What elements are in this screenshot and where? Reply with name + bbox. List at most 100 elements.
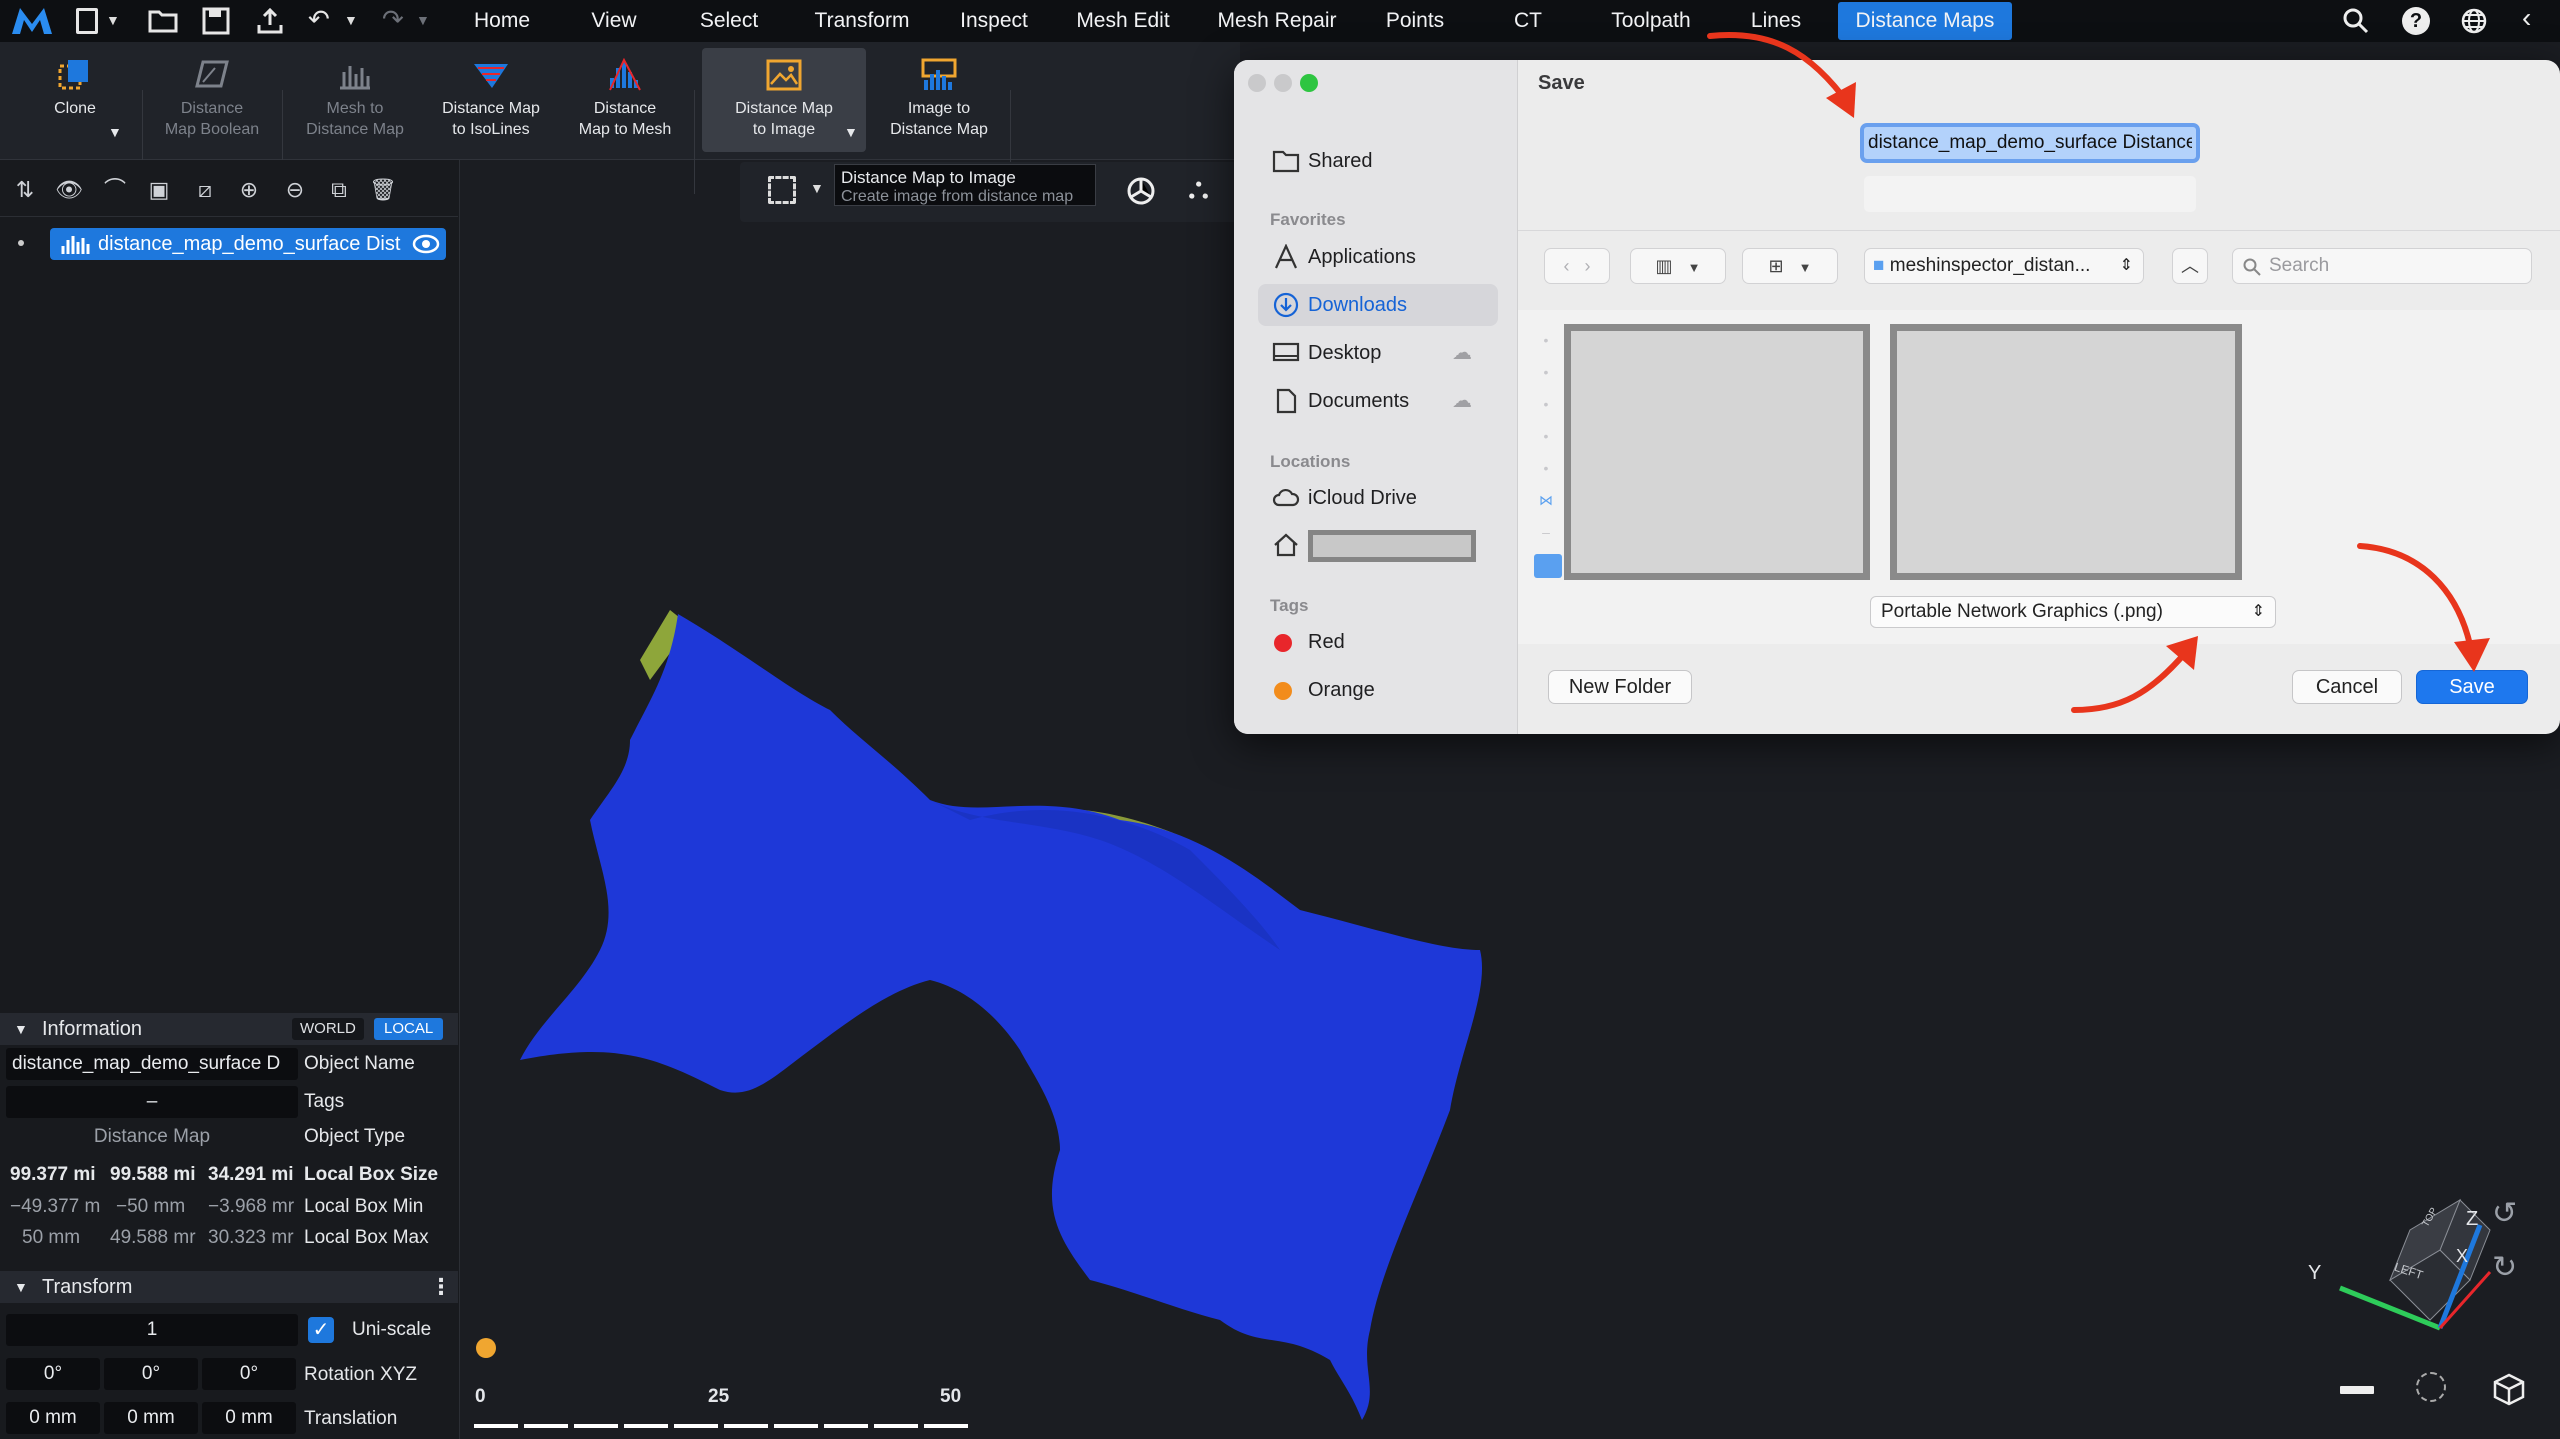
file-thumbnail-redacted[interactable] <box>1564 324 1870 580</box>
search-icon[interactable] <box>2342 7 2370 35</box>
tags-field[interactable]: – <box>6 1086 298 1118</box>
translation-z-field[interactable]: 0 mm <box>202 1402 296 1434</box>
rotate-ccw-icon[interactable]: ↺ <box>2492 1196 2517 1231</box>
rotation-x-field[interactable]: 0° <box>6 1358 100 1390</box>
save-as-input[interactable] <box>1860 123 2200 163</box>
forward-icon[interactable]: › <box>1585 256 1591 276</box>
undo-dropdown-icon[interactable]: ▼ <box>344 12 358 28</box>
sort-icon[interactable]: ⇅ <box>10 176 40 204</box>
ruler-icon[interactable] <box>2340 1386 2374 1394</box>
export-icon[interactable] <box>256 7 284 35</box>
distance-map-boolean-button[interactable]: Distance Map Boolean <box>150 48 274 152</box>
uniscale-checkbox[interactable]: ✓ <box>308 1317 334 1343</box>
rotate-cw-icon[interactable]: ↻ <box>2492 1250 2517 1285</box>
timer-icon[interactable] <box>476 1338 496 1358</box>
translation-x-field[interactable]: 0 mm <box>6 1402 100 1434</box>
help-icon[interactable]: ? <box>2402 7 2430 35</box>
clone-button[interactable]: Clone ▼ <box>20 48 130 152</box>
information-header[interactable]: ▼ Information WORLD LOCAL <box>0 1013 458 1045</box>
new-file-icon[interactable] <box>76 8 98 34</box>
dropdown-icon[interactable]: ▼ <box>106 12 120 28</box>
cancel-button[interactable]: Cancel <box>2292 670 2402 704</box>
distance-map-to-mesh-button[interactable]: Distance Map to Mesh <box>566 48 684 152</box>
selected-column-folder-icon[interactable] <box>1534 554 1562 578</box>
scene-item-distance-map[interactable]: distance_map_demo_surface Dist <box>50 228 446 260</box>
sidebar-item-icloud-drive[interactable]: iCloud Drive <box>1258 477 1498 519</box>
menu-transform[interactable]: Transform <box>800 0 924 42</box>
collapse-browser-button[interactable]: ︿ <box>2172 248 2208 284</box>
image-to-distance-map-button[interactable]: Image to Distance Map <box>872 48 1006 152</box>
minimize-window-button[interactable] <box>1274 74 1292 92</box>
pivot-icon[interactable] <box>2416 1372 2446 1402</box>
file-thumbnail-redacted[interactable] <box>1890 324 2242 580</box>
sidebar-tag-red[interactable]: Red <box>1258 621 1498 663</box>
search-field[interactable]: Search <box>2232 248 2532 284</box>
menu-view[interactable]: View <box>574 0 654 42</box>
tags-input[interactable] <box>1864 176 2196 212</box>
location-popup[interactable]: ■ meshinspector_distan... ⇕ <box>1864 248 2144 284</box>
icon-view-button[interactable]: ⊞ ▼ <box>1742 248 1838 284</box>
distance-map-to-image-button[interactable]: Distance Map to Image ▼ <box>702 48 866 152</box>
visibility-eye-icon[interactable] <box>412 234 440 254</box>
clone-dropdown-icon[interactable]: ▼ <box>108 122 122 143</box>
menu-inspect[interactable]: Inspect <box>950 0 1038 42</box>
menu-points[interactable]: Points <box>1374 0 1456 42</box>
sidebar-item-shared[interactable]: Shared <box>1258 140 1498 182</box>
camera-orbit-icon[interactable] <box>1126 176 1156 206</box>
delete-icon[interactable]: 🗑 <box>368 176 398 204</box>
close-window-button[interactable] <box>1248 74 1266 92</box>
duplicate-icon[interactable]: ⧉ <box>324 176 354 204</box>
mesh-to-distance-map-button[interactable]: Mesh to Distance Map <box>290 48 420 152</box>
redo-icon[interactable]: ↷ <box>382 4 404 35</box>
move-up-icon[interactable]: ⊕ <box>234 176 264 204</box>
menu-mesh-repair[interactable]: Mesh Repair <box>1208 0 1346 42</box>
select-all-icon[interactable]: ▣ <box>144 176 174 204</box>
more-options-icon[interactable]: ⋮ <box>430 1271 452 1303</box>
rotation-y-field[interactable]: 0° <box>104 1358 198 1390</box>
menu-select[interactable]: Select <box>686 0 772 42</box>
open-folder-icon[interactable] <box>148 8 178 34</box>
sidebar-item-documents[interactable]: Documents ☁ <box>1258 380 1498 422</box>
eye-closed-icon[interactable]: ⌒ <box>100 176 130 204</box>
menu-ct[interactable]: CT <box>1500 0 1556 42</box>
sidebar-item-applications[interactable]: Applications <box>1258 236 1498 278</box>
format-popup[interactable]: Portable Network Graphics (.png) ⇕ <box>1870 596 2276 628</box>
object-name-field[interactable]: distance_map_demo_surface D <box>6 1048 298 1080</box>
menu-distance-maps[interactable]: Distance Maps <box>1838 2 2012 40</box>
menu-lines[interactable]: Lines <box>1738 0 1814 42</box>
menu-mesh-edit[interactable]: Mesh Edit <box>1068 0 1178 42</box>
new-folder-button[interactable]: New Folder <box>1548 670 1692 704</box>
app-logo-icon[interactable] <box>10 6 54 36</box>
rotation-z-field[interactable]: 0° <box>202 1358 296 1390</box>
fit-dropdown-icon[interactable]: ▼ <box>810 180 824 196</box>
move-down-icon[interactable]: ⊖ <box>280 176 310 204</box>
back-forward-buttons[interactable]: ‹ › <box>1544 248 1610 284</box>
distance-map-to-isolines-button[interactable]: Distance Map to IsoLines <box>426 48 556 152</box>
scale-field[interactable]: 1 <box>6 1314 298 1346</box>
view-cube-icon[interactable] <box>2492 1372 2526 1406</box>
collapse-icon[interactable]: ‹ <box>2522 2 2531 34</box>
save-button[interactable]: Save <box>2416 670 2528 704</box>
world-toggle[interactable]: WORLD <box>292 1018 364 1040</box>
back-icon[interactable]: ‹ <box>1563 256 1569 276</box>
globe-icon[interactable] <box>2460 7 2488 35</box>
menu-toolpath[interactable]: Toolpath <box>1596 0 1706 42</box>
column-view-button[interactable]: ▥ ▼ <box>1630 248 1726 284</box>
sidebar-tag-orange[interactable]: Orange <box>1258 669 1498 711</box>
sidebar-item-home[interactable] <box>1258 524 1498 566</box>
menu-home[interactable]: Home <box>462 0 542 42</box>
translation-y-field[interactable]: 0 mm <box>104 1402 198 1434</box>
zoom-window-button[interactable] <box>1300 74 1318 92</box>
eye-icon[interactable]: 👁 <box>54 176 84 204</box>
fit-view-icon[interactable] <box>768 176 796 204</box>
deselect-icon[interactable]: ⧄ <box>190 176 220 204</box>
sidebar-item-desktop[interactable]: Desktop ☁ <box>1258 332 1498 374</box>
view-mode-icon[interactable]: ⛬ <box>1188 172 1222 206</box>
save-icon[interactable] <box>202 7 230 35</box>
sidebar-item-downloads[interactable]: Downloads <box>1258 284 1498 326</box>
redo-dropdown-icon[interactable]: ▼ <box>416 12 430 28</box>
transform-header[interactable]: ▼ Transform ⋮ <box>0 1271 458 1303</box>
map-to-image-dropdown-icon[interactable]: ▼ <box>844 122 858 143</box>
local-toggle[interactable]: LOCAL <box>374 1018 444 1040</box>
undo-icon[interactable]: ↶ <box>308 4 330 35</box>
